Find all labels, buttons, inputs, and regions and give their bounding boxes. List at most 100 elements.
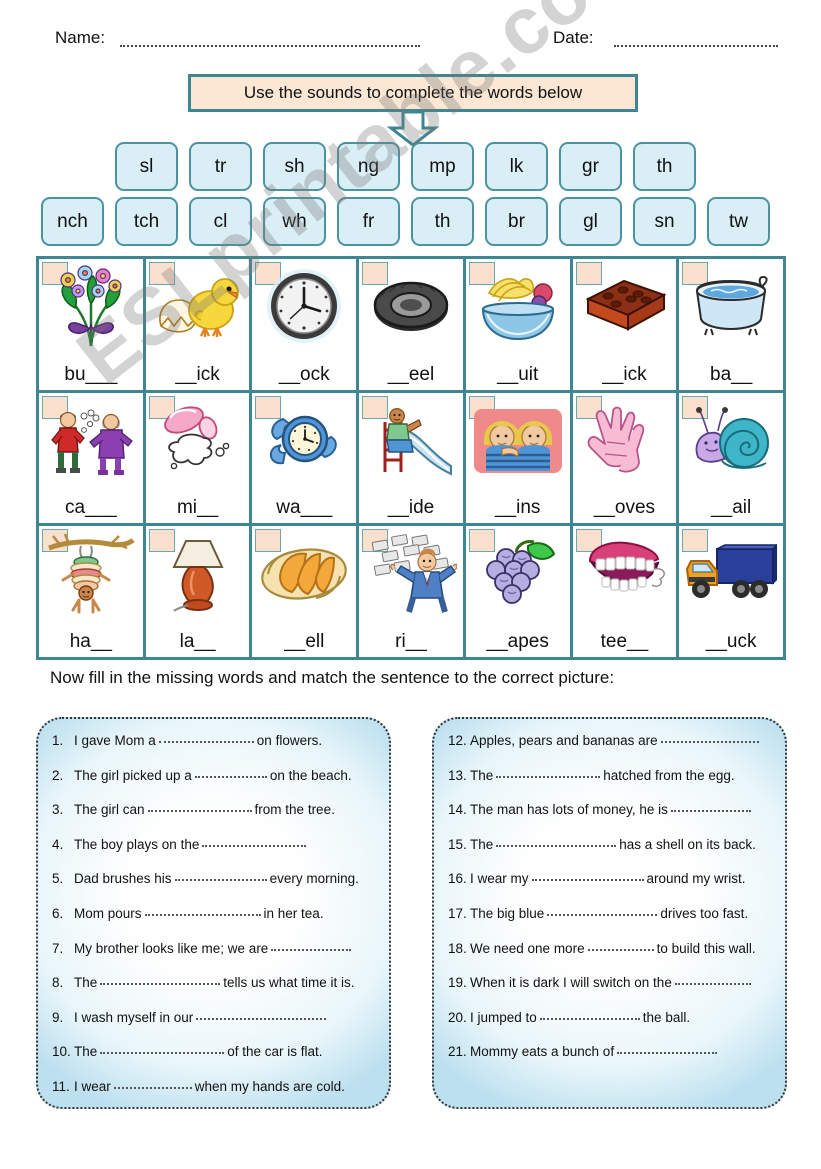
instruction-banner: Use the sounds to complete the words bel… (188, 74, 638, 112)
sound-tile[interactable]: gl (559, 197, 622, 246)
sound-tile[interactable]: sh (263, 142, 326, 191)
sentence-blank[interactable] (496, 835, 617, 847)
shell-icon (252, 530, 356, 616)
picture-word-label: __ide (387, 497, 435, 519)
sentence-text-after: from the tree. (254, 802, 335, 818)
name-write-line[interactable] (120, 32, 420, 47)
brick-icon (573, 263, 677, 349)
sound-tile[interactable]: mp (411, 142, 474, 191)
sentence-text-after: on flowers. (256, 733, 323, 748)
sentence-blank[interactable] (547, 904, 658, 916)
worksheet-page: ESLprintable.com Name: Date: Use the sou… (0, 0, 821, 1169)
sentence-blank[interactable] (147, 800, 252, 813)
picture-cell: __oves (572, 392, 677, 524)
sentence-blank[interactable] (531, 869, 644, 882)
picture-word-label: __ick (175, 363, 220, 385)
sound-tile[interactable]: th (411, 197, 474, 246)
sentence-blank[interactable] (271, 939, 352, 951)
sentence-item: 2. The girl picked up a on the beach. (52, 768, 375, 803)
sentence-blank[interactable] (539, 1008, 640, 1020)
picture-cell: __uit (465, 259, 570, 390)
sentence-text: I wash myself in our (74, 1009, 194, 1025)
picture-word-label: __ail (711, 497, 752, 519)
picture-word-label: ha__ (69, 631, 112, 652)
sentence-text: When it is dark I will switch on the (470, 975, 672, 991)
sentence-number: 11. (52, 1078, 70, 1094)
sentence-text-after: when my hands are cold. (194, 1078, 345, 1094)
sound-tile[interactable]: gr (559, 142, 622, 191)
sentence-text-after: hatched from the egg. (603, 767, 735, 783)
sentence-text: Apples, pears and bananas are (470, 733, 658, 748)
sentence-blank[interactable] (196, 1008, 327, 1020)
sound-tile[interactable]: sl (115, 142, 178, 191)
sentence-blank[interactable] (617, 1042, 718, 1055)
sentence-blank[interactable] (660, 731, 759, 743)
sentence-blank[interactable] (202, 835, 307, 847)
sentence-blank[interactable] (496, 766, 601, 778)
picture-cell: wa___ (252, 392, 357, 524)
sound-tile[interactable]: ng (337, 142, 400, 191)
picture-cell: __ell (252, 526, 357, 657)
bunch-of-flowers-icon (39, 263, 143, 349)
sentence-number: 4. (52, 836, 64, 852)
sentence-text: Dad brushes his (74, 871, 172, 887)
sound-tile[interactable]: sn (633, 197, 696, 246)
sound-tile[interactable]: cl (189, 197, 252, 246)
picture-cell: ca___ (39, 392, 143, 524)
sentence-text-after: every morning. (269, 871, 359, 887)
sound-tile[interactable]: tw (707, 197, 770, 246)
picture-word-label: __apes (486, 631, 549, 652)
sentence-blank[interactable] (113, 1077, 192, 1089)
sentence-item: 12. Apples, pears and bananas are (448, 733, 771, 768)
picture-word-label: ba__ (710, 363, 753, 385)
sentence-blank[interactable] (194, 766, 267, 778)
picture-word-label: wa___ (276, 497, 333, 519)
sound-tile[interactable]: fr (337, 197, 400, 246)
sentence-number: 21. (448, 1044, 467, 1060)
sound-tile[interactable]: wh (263, 197, 326, 246)
sentence-blank[interactable] (100, 973, 221, 986)
sentence-item: 7. My brother looks like me; we are (52, 941, 375, 976)
sound-tile[interactable]: th (633, 142, 696, 191)
sound-tile[interactable]: lk (485, 142, 548, 191)
sentence-blank[interactable] (174, 869, 267, 882)
sentence-blank[interactable] (100, 1042, 225, 1055)
picture-word-label: __oves (593, 497, 656, 519)
sentence-text: The (470, 767, 494, 783)
sentence-text: Mom pours (74, 905, 142, 921)
picture-word-label: mi__ (176, 497, 219, 519)
sentence-text-after: around my wrist. (646, 871, 746, 887)
picture-cell: __eel (359, 259, 463, 390)
bath-icon (679, 263, 783, 349)
sentence-text: I jumped to (470, 1009, 537, 1025)
sentence-item: 4. The boy plays on the (52, 837, 375, 872)
picture-word-label: __uit (497, 363, 539, 385)
spilled-milk-icon (146, 397, 250, 483)
picture-word-label: __ins (494, 497, 541, 519)
sentence-blank[interactable] (670, 800, 751, 813)
sentence-blank[interactable] (674, 973, 751, 986)
name-label: Name: (55, 28, 106, 47)
sentence-blank[interactable] (144, 904, 261, 916)
sentence-number: 10. (52, 1044, 71, 1060)
sentence-item: 16. I wear my around my wrist. (448, 871, 771, 906)
sentence-number: 5. (52, 871, 64, 887)
sound-tile[interactable]: tr (189, 142, 252, 191)
sound-tiles-row-2: nch tch cl wh fr th br gl sn tw (41, 197, 770, 246)
sentence-number: 7. (52, 940, 64, 956)
picture-cell: __apes (465, 526, 570, 657)
sound-tile[interactable]: tch (115, 197, 178, 246)
sound-tile[interactable]: br (485, 197, 548, 246)
sentence-item: 17. The big blue drives too fast. (448, 906, 771, 941)
sentence-blank[interactable] (158, 731, 254, 743)
date-write-line[interactable] (614, 32, 778, 47)
picture-cell: __ide (359, 392, 463, 524)
sentence-text-after: has a shell on its back. (619, 836, 756, 852)
sentence-number: 18. (448, 940, 467, 956)
sentence-text: We need one more (470, 940, 585, 956)
sentence-text: I wear (74, 1078, 111, 1094)
sentence-number: 3. (52, 802, 64, 818)
sound-tile[interactable]: nch (41, 197, 104, 246)
sentence-item: 21. Mommy eats a bunch of (448, 1044, 771, 1079)
sentence-blank[interactable] (587, 939, 654, 951)
